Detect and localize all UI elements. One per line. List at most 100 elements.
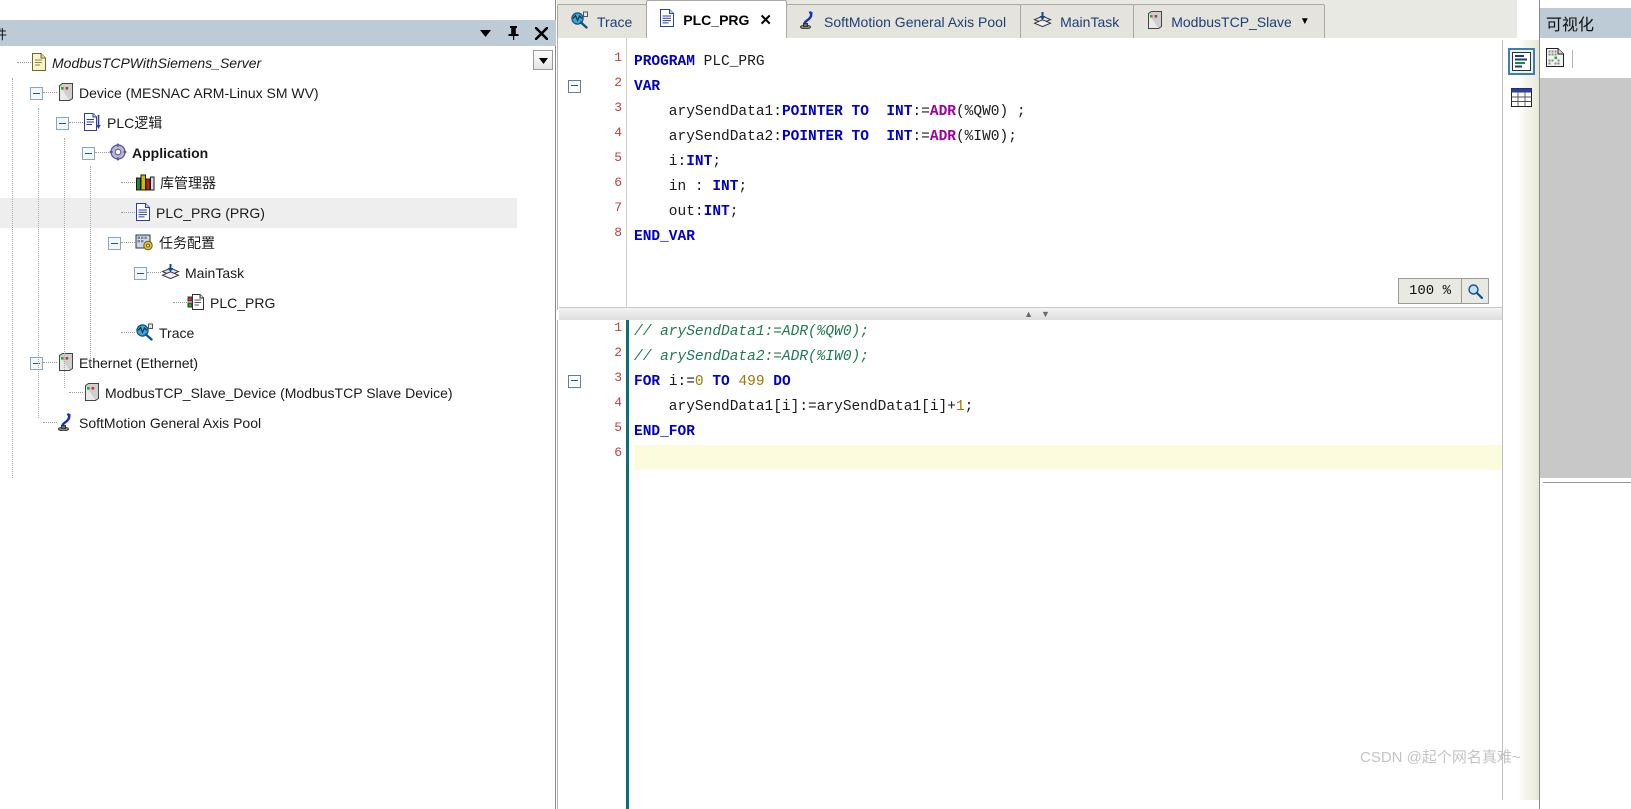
code-line[interactable]: PROGRAM PLC_PRG bbox=[634, 50, 1517, 75]
code-line[interactable]: VAR bbox=[634, 75, 1517, 100]
tree-collapse-icon[interactable] bbox=[134, 266, 147, 280]
line-number: 8 bbox=[614, 225, 622, 240]
code-token: arySendData2: bbox=[634, 129, 782, 145]
tab-close-icon[interactable]: ✕ bbox=[759, 11, 772, 29]
code-line[interactable]: arySendData2:POINTER TO INT:=ADR(%IW0); bbox=[634, 125, 1517, 150]
tree-item-label: SoftMotion General Axis Pool bbox=[79, 415, 262, 431]
device-tree[interactable]: ModbusTCPWithSiemens_Server Device (MESN… bbox=[0, 48, 556, 788]
line-number: 3 bbox=[614, 370, 622, 385]
code-line[interactable]: arySendData1:POINTER TO INT:=ADR(%QW0) ; bbox=[634, 100, 1517, 125]
declaration-editor[interactable]: 1 2 3 4 5 6 7 8 PROGRAM PLC_PRG VAR arySendData1… bbox=[557, 38, 1517, 310]
code-line[interactable]: // arySendData1:=ADR(%QW0); bbox=[634, 320, 1517, 345]
code-fold-toggle[interactable] bbox=[568, 375, 581, 388]
code-token: ; bbox=[738, 179, 748, 195]
code-line[interactable]: out:INT; bbox=[634, 200, 1517, 225]
line-number: 4 bbox=[614, 125, 622, 140]
implementation-code-text[interactable]: // arySendData1:=ADR(%QW0); // arySendDat… bbox=[634, 320, 1517, 809]
tree-collapse-icon[interactable] bbox=[30, 86, 43, 100]
task-icon bbox=[161, 263, 180, 284]
task-config-icon bbox=[135, 233, 154, 254]
visualization-toolbar[interactable] bbox=[1540, 44, 1631, 74]
zoom-control[interactable]: 100 % bbox=[1397, 278, 1489, 304]
code-token: PROGRAM bbox=[634, 54, 704, 70]
editor-tab-maintask[interactable]: MainTask bbox=[1020, 4, 1135, 38]
code-line[interactable] bbox=[634, 445, 1517, 470]
tree-connector bbox=[17, 62, 31, 64]
code-line[interactable]: i:INT; bbox=[634, 150, 1517, 175]
code-token: VAR bbox=[634, 79, 661, 95]
code-token: 0 bbox=[694, 374, 704, 390]
declaration-code-text[interactable]: PROGRAM PLC_PRG VAR arySendData1:POINTER … bbox=[634, 38, 1517, 310]
tree-item-7[interactable]: MainTask bbox=[0, 258, 556, 288]
tree-item-label: MainTask bbox=[185, 265, 245, 281]
tree-item-4[interactable]: 库管理器 bbox=[0, 168, 556, 198]
tree-item-3[interactable]: Application bbox=[0, 138, 556, 168]
tree-item-0[interactable]: ModbusTCPWithSiemens_Server bbox=[0, 48, 556, 78]
implementation-fold-gutter[interactable] bbox=[560, 320, 598, 809]
tree-item-1[interactable]: Device (MESNAC ARM-Linux SM WV) bbox=[0, 78, 556, 108]
implementation-editor[interactable]: 123456 // arySendData1:=ADR(%QW0);// ary… bbox=[557, 320, 1517, 809]
editor-tabbar[interactable]: Trace PLC_PRG ✕ SoftMotion General Axis P… bbox=[557, 0, 1517, 39]
code-line[interactable]: END_FOR bbox=[634, 420, 1517, 445]
code-token: // arySendData1:=ADR(%QW0); bbox=[634, 324, 869, 340]
tree-item-12[interactable]: SoftMotion General Axis Pool bbox=[0, 408, 556, 438]
tree-collapse-icon[interactable] bbox=[56, 116, 69, 130]
tree-item-9[interactable]: Trace bbox=[0, 318, 556, 348]
visualization-canvas[interactable] bbox=[1540, 78, 1631, 478]
magnifier-icon[interactable] bbox=[1461, 279, 1488, 303]
pin-icon[interactable] bbox=[506, 25, 520, 41]
editor-tab-label: Trace bbox=[597, 13, 633, 30]
chevron-down-icon[interactable] bbox=[478, 25, 492, 41]
tabular-view-button[interactable] bbox=[1508, 84, 1535, 111]
application-icon bbox=[109, 143, 127, 164]
tree-item-10[interactable]: Ethernet (Ethernet) bbox=[0, 348, 556, 378]
tree-connector bbox=[121, 332, 135, 334]
tree-collapse-icon[interactable] bbox=[82, 146, 95, 160]
code-line[interactable]: arySendData1[i]:=arySendData1[i]+1; bbox=[634, 395, 1517, 420]
tree-connector bbox=[121, 182, 135, 184]
tree-item-6[interactable]: 任务配置 bbox=[0, 228, 556, 258]
tree-item-5[interactable]: PLC_PRG (PRG) bbox=[0, 198, 517, 228]
visualization-secondary-area[interactable] bbox=[1543, 482, 1631, 809]
plc-logic-icon bbox=[83, 112, 102, 134]
editor-tab-trace[interactable]: Trace bbox=[557, 4, 648, 38]
tree-connector bbox=[147, 272, 161, 274]
tree-collapse-icon[interactable] bbox=[30, 356, 43, 370]
visualization-element-icon[interactable] bbox=[1546, 48, 1564, 70]
tab-dropdown-icon[interactable]: ▼ bbox=[1300, 16, 1310, 27]
device-icon bbox=[1146, 11, 1163, 32]
pou-icon bbox=[135, 202, 151, 224]
code-line[interactable]: // arySendData2:=ADR(%IW0); bbox=[634, 345, 1517, 370]
tree-item-11[interactable]: ModbusTCP_Slave_Device (ModbusTCP Slave … bbox=[0, 378, 556, 408]
implementation-line-number-gutter: 1 2 3 4 5 6 bbox=[598, 320, 629, 809]
textual-view-button[interactable] bbox=[1508, 48, 1535, 75]
code-line[interactable]: in : INT; bbox=[634, 175, 1517, 200]
line-number: 7 bbox=[614, 200, 622, 215]
splitter-up-icon[interactable]: ▲ bbox=[1024, 309, 1033, 319]
editor-splitter[interactable]: ▲ ▼ bbox=[559, 307, 1515, 321]
tree-item-label: 库管理器 bbox=[160, 175, 216, 191]
line-number: 2 bbox=[614, 345, 622, 360]
line-number: 6 bbox=[614, 175, 622, 190]
code-line[interactable]: END_VAR bbox=[634, 225, 1517, 250]
tree-item-label: Device (MESNAC ARM-Linux SM WV) bbox=[79, 85, 319, 101]
tree-item-2[interactable]: PLC逻辑 bbox=[0, 108, 556, 138]
declaration-fold-gutter[interactable] bbox=[560, 38, 598, 310]
tree-collapse-icon[interactable] bbox=[108, 236, 121, 250]
code-token: // arySendData2:=ADR(%IW0); bbox=[634, 349, 869, 365]
splitter-down-icon[interactable]: ▼ bbox=[1041, 309, 1050, 319]
editor-tab-plc-prg[interactable]: PLC_PRG ✕ bbox=[646, 0, 787, 38]
devices-panel-header: 件 bbox=[0, 20, 556, 46]
close-icon[interactable] bbox=[534, 25, 548, 41]
tree-guide-line bbox=[64, 138, 65, 388]
tree-connector bbox=[43, 422, 57, 424]
editor-tab-modbustcp-slave[interactable]: ModbusTCP_Slave ▼ bbox=[1133, 4, 1325, 38]
tree-item-8[interactable]: PLC_PRG bbox=[0, 288, 556, 318]
code-token: arySendData1[i]:=arySendData1[i]+ bbox=[634, 399, 956, 415]
line-number: 1 bbox=[614, 50, 622, 65]
trace-icon bbox=[570, 11, 589, 32]
code-fold-toggle[interactable] bbox=[568, 80, 581, 93]
editor-tab-softmotion-general-axis-pool[interactable]: SoftMotion General Axis Pool bbox=[785, 4, 1022, 38]
code-token: PLC_PRG bbox=[703, 54, 765, 70]
code-line[interactable]: FOR i:=0 TO 499 DO bbox=[634, 370, 1517, 395]
